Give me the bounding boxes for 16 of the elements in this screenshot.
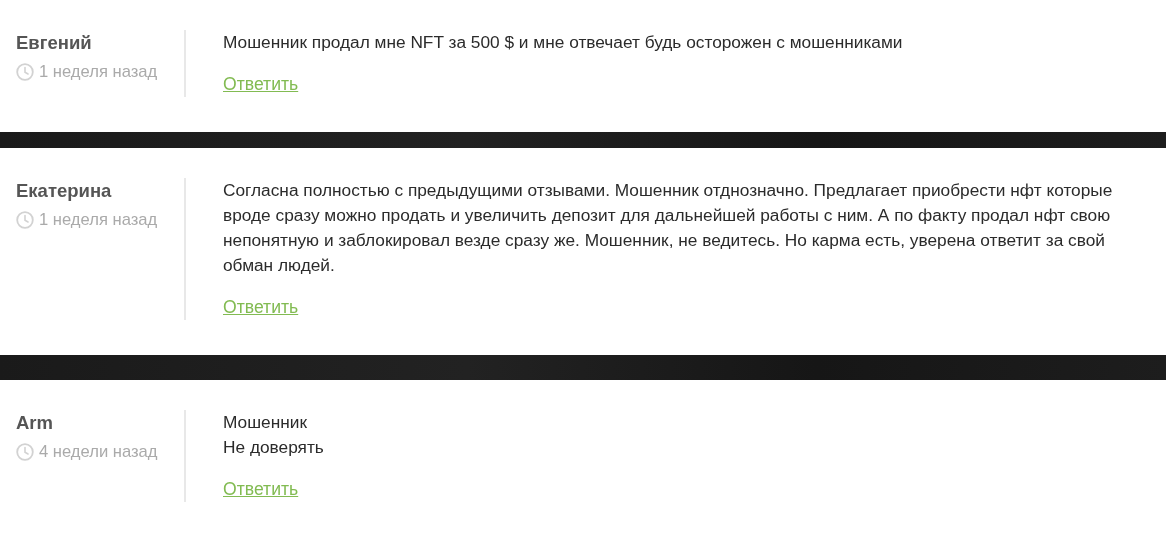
comment-time: 4 недели назад — [39, 442, 158, 462]
comment-time: 1 неделя назад — [39, 210, 158, 230]
clock-icon — [16, 63, 34, 81]
comment-text: Мошенник продал мне NFT за 500 $ и мне отвечает будь осторожен с мошенниками — [223, 31, 904, 54]
comment-text: Не доверять — [223, 436, 325, 459]
comment-text: Согласна полностью с предыдущими отзывами. Мошенник отднозначно. Предлагает приобрести нфт которые вроде сразу можно продать и увеличить депозит для дальнейшей работы с ним. А по факту продал нфт свою непонятную и заблокировал везде сразу же. Мошенник, не ведитесь. Но карма есть, уверена ответит за свой обман людей. — [223, 179, 1114, 277]
comment-text: Мошенник — [223, 411, 308, 434]
reply-link[interactable]: Ответить — [223, 479, 299, 499]
comment-time: 1 неделя назад — [39, 62, 158, 82]
clock-icon — [16, 443, 34, 461]
author-name: Arm — [16, 411, 54, 435]
reply-link[interactable]: Ответить — [223, 297, 299, 317]
clock-icon — [16, 211, 34, 229]
reply-link[interactable]: Ответить — [223, 74, 299, 94]
author-name: Евгений — [16, 31, 93, 55]
author-name: Екатерина — [16, 179, 113, 203]
